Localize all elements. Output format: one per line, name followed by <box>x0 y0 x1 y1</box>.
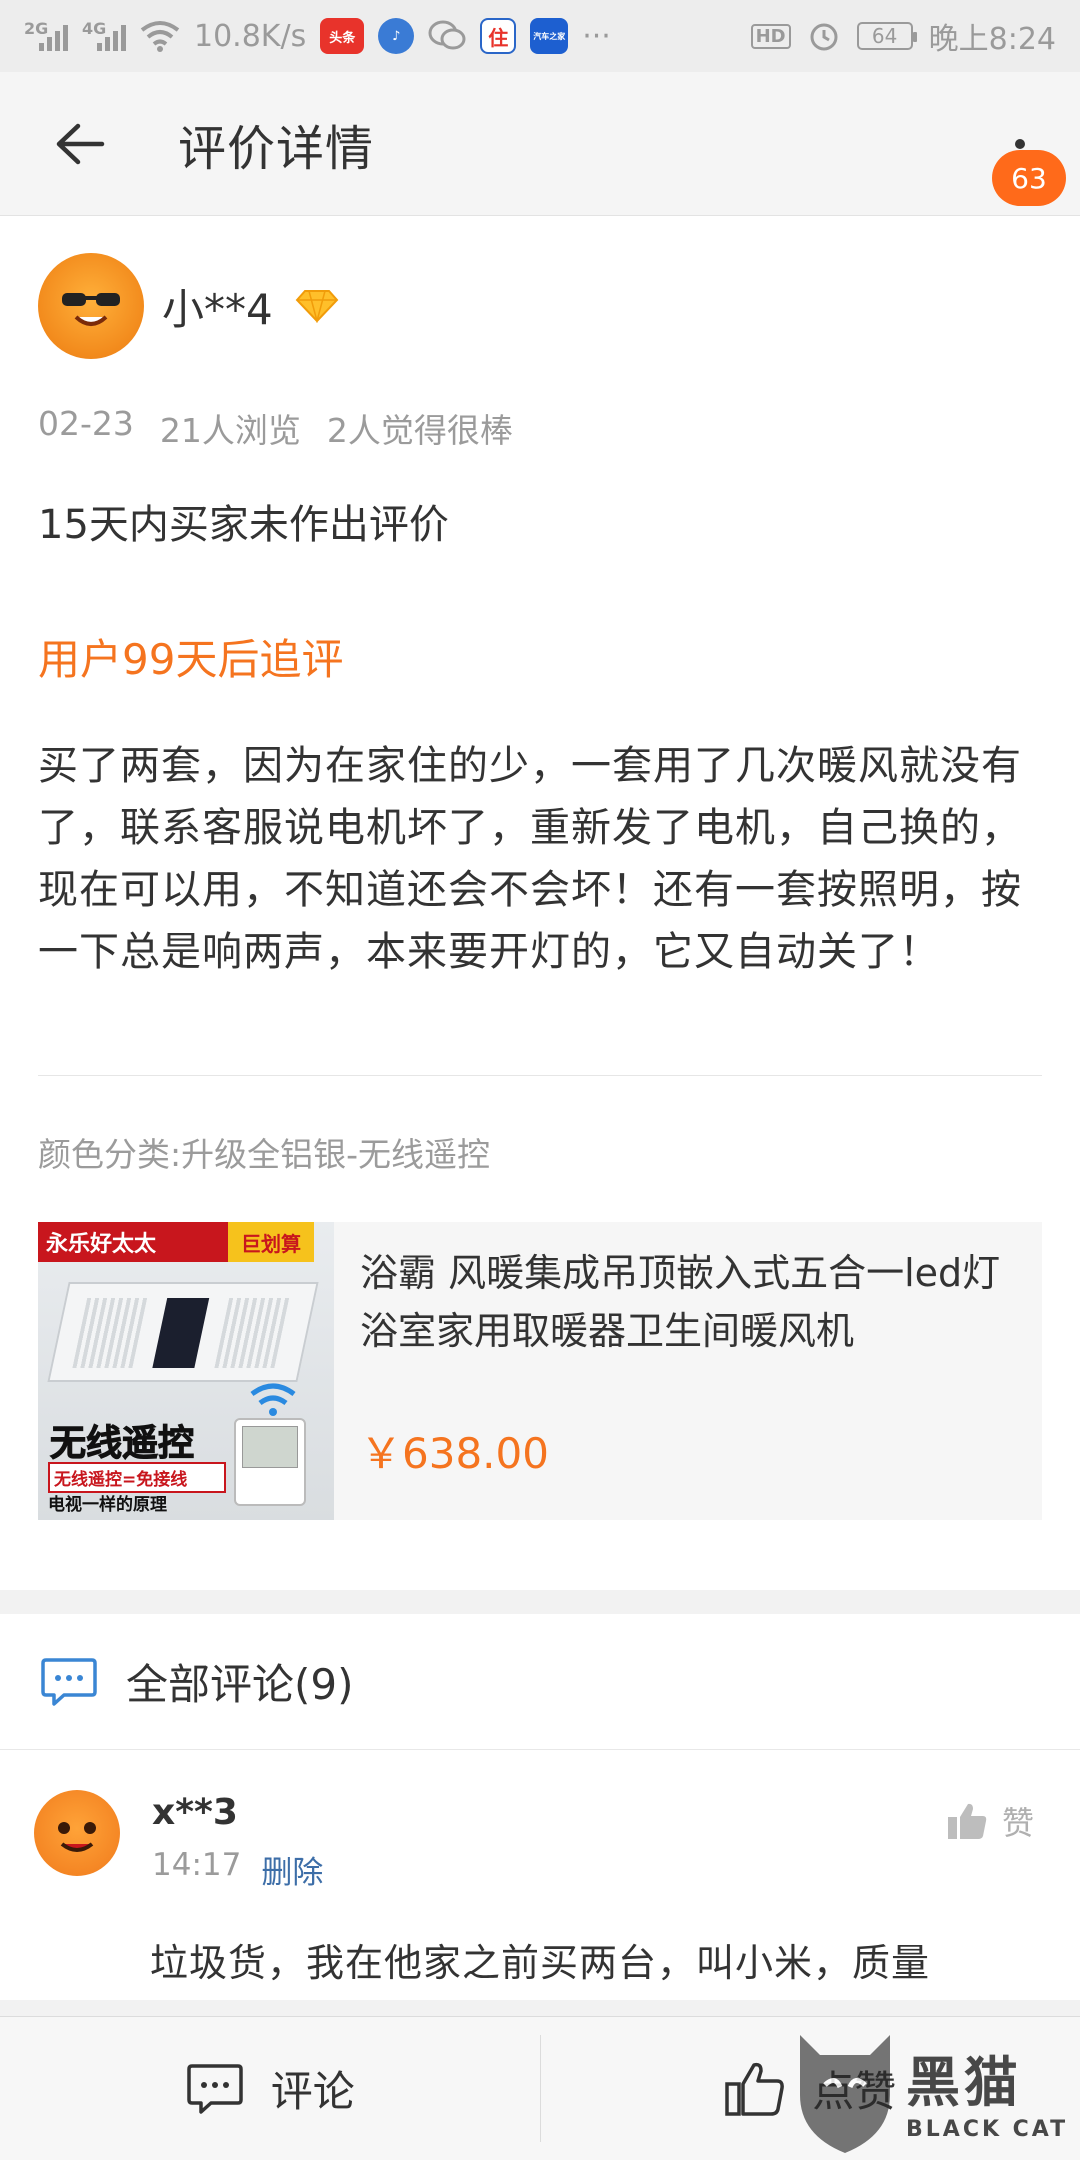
toutiao-app-icon: 头条 <box>320 18 365 54</box>
more-dot <box>1015 139 1025 149</box>
alarm-icon <box>810 23 838 51</box>
notification-badge: 63 <box>992 150 1066 206</box>
comment-time: 14:17 <box>152 1847 242 1883</box>
diamond-icon <box>295 290 339 323</box>
comment-bubble-icon <box>41 1657 97 1706</box>
comment-button[interactable]: 评论 <box>0 2017 540 2160</box>
review-date: 02-23 <box>38 404 134 443</box>
overflow-icon: ··· <box>582 18 611 54</box>
battery-icon: 64 <box>856 22 917 50</box>
product-brand: 永乐好太太 <box>38 1222 228 1262</box>
product-line-1: 无线遥控=免接线 <box>48 1462 226 1493</box>
blackcat-watermark: 黑猫 BLACK CAT <box>790 2020 1080 2160</box>
review-likes: 2人觉得很棒 <box>326 411 513 450</box>
comment-item: x**3 14:17 删除 赞 垃圾货，我在他家之前买两台，叫小米，质量 <box>0 1750 1080 2000</box>
product-line-2: 电视一样的原理 <box>48 1495 167 1515</box>
comment-text: 垃圾货，我在他家之前买两台，叫小米，质量 <box>150 1941 931 1985</box>
avatar[interactable] <box>34 1790 120 1876</box>
commenter-name: x**3 <box>152 1792 238 1833</box>
zhu-app-icon: 住 <box>480 18 517 54</box>
comment-icon <box>186 2063 243 2114</box>
mascot-face-icon <box>58 1822 96 1852</box>
comments-title: 全部评论(9) <box>126 1660 354 1709</box>
product-tag: 巨划算 <box>228 1222 314 1262</box>
product-title: 浴霸 风暖集成吊顶嵌入式五合一led灯浴室家用取暖器卫生间暖风机 <box>360 1251 1001 1353</box>
comment-button-label: 评论 <box>270 2067 355 2116</box>
status-bar: 2G 4G 10.8K/s 头条 ♪ 住 汽车之家 ··· HD 64 晚上8:… <box>0 0 1080 72</box>
remote-control-icon <box>234 1418 306 1506</box>
page-title: 评价详情 <box>178 120 375 177</box>
hd-badge: HD <box>750 23 791 49</box>
comment-like-label: 赞 <box>1001 1804 1034 1842</box>
avatar[interactable] <box>38 253 144 359</box>
followup-text: 买了两套，因为在家住的少，一套用了几次暖风就没有了，联系客服说电机坏了，重新发了… <box>38 743 1022 975</box>
divider <box>38 1075 1042 1076</box>
comments-header: 全部评论(9) <box>0 1614 1080 1750</box>
delete-link[interactable]: 删除 <box>261 1847 323 1892</box>
clock-time: 晚上8:24 <box>928 22 1056 57</box>
product-info: 浴霸 风暖集成吊顶嵌入式五合一led灯浴室家用取暖器卫生间暖风机 ￥638.00 <box>334 1222 1042 1520</box>
app-header: 评价详情 63 <box>0 72 1080 216</box>
music-app-icon: ♪ <box>378 18 415 54</box>
sku-label: 颜色分类:升级全铝银-无线遥控 <box>38 1135 491 1174</box>
back-button[interactable] <box>24 72 136 216</box>
wechat-icon <box>428 20 466 50</box>
product-card[interactable]: 永乐好太太 巨划算 无线遥控 无线遥控=免接线 电视一样的原理 浴霸 风暖集成吊… <box>38 1222 1042 1520</box>
review-initial-text: 15天内买家未作出评价 <box>38 502 449 548</box>
wifi-icon <box>250 1383 296 1416</box>
thumbs-up-icon <box>947 1803 987 1839</box>
cat-shield-icon <box>800 2035 890 2153</box>
arrow-left-icon <box>56 123 105 164</box>
mascot-face-icon <box>62 293 120 326</box>
autohome-app-icon: 汽车之家 <box>530 18 569 54</box>
review-views: 21人浏览 <box>159 411 301 450</box>
product-image: 永乐好太太 巨划算 无线遥控 无线遥控=免接线 电视一样的原理 <box>38 1222 334 1520</box>
product-headline: 无线遥控 <box>49 1423 195 1465</box>
reviewer-name: 小**4 <box>162 284 273 334</box>
net-speed: 10.8K/s <box>194 18 307 54</box>
followup-label: 用户99天后追评 <box>38 635 344 684</box>
watermark-text-en: BLACK CAT <box>906 2117 1069 2142</box>
product-price: ￥638.00 <box>360 1429 549 1478</box>
review-card: 小**4 02-23 21人浏览 2人觉得很棒 15天内买家未作出评价 用户99… <box>0 216 1080 1590</box>
heater-panel-icon <box>47 1282 319 1382</box>
comments-section: 全部评论(9) x**3 14:17 删除 赞 垃圾货，我在他家之前买两台，叫小… <box>0 1614 1080 2000</box>
thumbs-up-icon <box>725 2062 785 2116</box>
watermark-text-cn: 黑猫 <box>906 2051 1022 2114</box>
signal-icon: 2G <box>24 19 68 53</box>
review-meta: 02-23 21人浏览 2人觉得很棒 <box>38 404 1042 452</box>
comment-like-button[interactable]: 赞 <box>946 1798 1034 1844</box>
signal-icon: 4G <box>82 19 126 53</box>
wifi-icon <box>140 21 180 52</box>
